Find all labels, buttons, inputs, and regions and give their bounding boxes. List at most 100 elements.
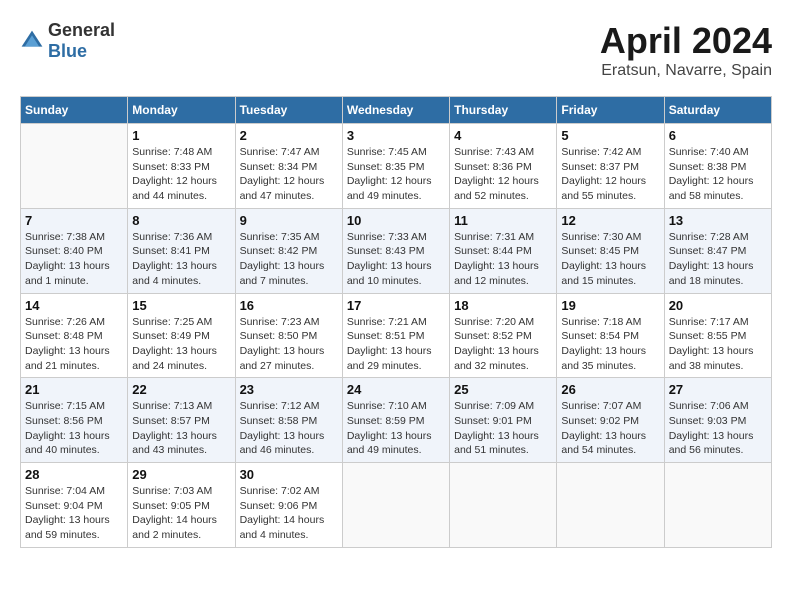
day-info: Sunrise: 7:15 AMSunset: 8:56 PMDaylight:…: [25, 399, 123, 458]
calendar-cell: 21Sunrise: 7:15 AMSunset: 8:56 PMDayligh…: [21, 378, 128, 463]
day-info: Sunrise: 7:40 AMSunset: 8:38 PMDaylight:…: [669, 145, 767, 204]
day-info: Sunrise: 7:21 AMSunset: 8:51 PMDaylight:…: [347, 315, 445, 374]
calendar-cell: 9 Sunrise: 7:35 AMSunset: 8:42 PMDaylight…: [235, 208, 342, 293]
day-info: Sunrise: 7:48 AMSunset: 8:33 PMDaylight:…: [132, 145, 230, 204]
day-number: 13: [669, 213, 767, 228]
day-info: Sunrise: 7:09 AMSunset: 9:01 PMDaylight:…: [454, 399, 552, 458]
day-number: 15: [132, 298, 230, 313]
day-info: Sunrise: 7:45 AMSunset: 8:35 PMDaylight:…: [347, 145, 445, 204]
calendar-cell: 11 Sunrise: 7:31 AMSunset: 8:44 PMDayligh…: [450, 208, 557, 293]
day-number: 1: [132, 128, 230, 143]
day-number: 10: [347, 213, 445, 228]
calendar-cell: 15 Sunrise: 7:25 AMSunset: 8:49 PMDayligh…: [128, 293, 235, 378]
day-number: 2: [240, 128, 338, 143]
day-number: 8: [132, 213, 230, 228]
day-info: Sunrise: 7:17 AMSunset: 8:55 PMDaylight:…: [669, 315, 767, 374]
calendar-cell: [21, 124, 128, 209]
calendar-week-row: 7 Sunrise: 7:38 AMSunset: 8:40 PMDaylight…: [21, 208, 772, 293]
day-number: 26: [561, 382, 659, 397]
logo-general: General: [48, 20, 115, 40]
day-header-saturday: Saturday: [664, 97, 771, 124]
day-info: Sunrise: 7:12 AMSunset: 8:58 PMDaylight:…: [240, 399, 338, 458]
day-header-tuesday: Tuesday: [235, 97, 342, 124]
day-number: 7: [25, 213, 123, 228]
day-info: Sunrise: 7:20 AMSunset: 8:52 PMDaylight:…: [454, 315, 552, 374]
calendar-cell: 28Sunrise: 7:04 AMSunset: 9:04 PMDayligh…: [21, 463, 128, 548]
title-block: April 2024 Eratsun, Navarre, Spain: [600, 20, 772, 80]
day-info: Sunrise: 7:07 AMSunset: 9:02 PMDaylight:…: [561, 399, 659, 458]
day-number: 9: [240, 213, 338, 228]
calendar-cell: 30 Sunrise: 7:02 AMSunset: 9:06 PMDayligh…: [235, 463, 342, 548]
day-info: Sunrise: 7:18 AMSunset: 8:54 PMDaylight:…: [561, 315, 659, 374]
calendar-cell: 12 Sunrise: 7:30 AMSunset: 8:45 PMDayligh…: [557, 208, 664, 293]
calendar-cell: 8 Sunrise: 7:36 AMSunset: 8:41 PMDaylight…: [128, 208, 235, 293]
day-number: 4: [454, 128, 552, 143]
day-number: 11: [454, 213, 552, 228]
page-header: General Blue April 2024 Eratsun, Navarre…: [20, 20, 772, 80]
day-info: Sunrise: 7:13 AMSunset: 8:57 PMDaylight:…: [132, 399, 230, 458]
day-number: 14: [25, 298, 123, 313]
day-info: Sunrise: 7:06 AMSunset: 9:03 PMDaylight:…: [669, 399, 767, 458]
month-title: April 2024: [600, 20, 772, 62]
day-number: 18: [454, 298, 552, 313]
logo-icon: [20, 29, 44, 53]
day-header-friday: Friday: [557, 97, 664, 124]
day-header-wednesday: Wednesday: [342, 97, 449, 124]
logo: General Blue: [20, 20, 115, 62]
calendar-cell: 24Sunrise: 7:10 AMSunset: 8:59 PMDayligh…: [342, 378, 449, 463]
day-number: 6: [669, 128, 767, 143]
calendar-cell: 19Sunrise: 7:18 AMSunset: 8:54 PMDayligh…: [557, 293, 664, 378]
day-info: Sunrise: 7:03 AMSunset: 9:05 PMDaylight:…: [132, 484, 230, 543]
day-number: 25: [454, 382, 552, 397]
day-number: 12: [561, 213, 659, 228]
day-info: Sunrise: 7:42 AMSunset: 8:37 PMDaylight:…: [561, 145, 659, 204]
calendar-cell: 10Sunrise: 7:33 AMSunset: 8:43 PMDayligh…: [342, 208, 449, 293]
calendar-cell: 29 Sunrise: 7:03 AMSunset: 9:05 PMDayligh…: [128, 463, 235, 548]
calendar-week-row: 1 Sunrise: 7:48 AMSunset: 8:33 PMDaylight…: [21, 124, 772, 209]
calendar-cell: [664, 463, 771, 548]
calendar-cell: 22 Sunrise: 7:13 AMSunset: 8:57 PMDayligh…: [128, 378, 235, 463]
day-number: 27: [669, 382, 767, 397]
day-header-thursday: Thursday: [450, 97, 557, 124]
day-info: Sunrise: 7:35 AMSunset: 8:42 PMDaylight:…: [240, 230, 338, 289]
calendar-cell: 13 Sunrise: 7:28 AMSunset: 8:47 PMDayligh…: [664, 208, 771, 293]
calendar-cell: 6 Sunrise: 7:40 AMSunset: 8:38 PMDaylight…: [664, 124, 771, 209]
day-info: Sunrise: 7:25 AMSunset: 8:49 PMDaylight:…: [132, 315, 230, 374]
day-number: 30: [240, 467, 338, 482]
day-header-sunday: Sunday: [21, 97, 128, 124]
day-info: Sunrise: 7:28 AMSunset: 8:47 PMDaylight:…: [669, 230, 767, 289]
day-info: Sunrise: 7:10 AMSunset: 8:59 PMDaylight:…: [347, 399, 445, 458]
day-info: Sunrise: 7:02 AMSunset: 9:06 PMDaylight:…: [240, 484, 338, 543]
header-row: SundayMondayTuesdayWednesdayThursdayFrid…: [21, 97, 772, 124]
calendar-cell: 27 Sunrise: 7:06 AMSunset: 9:03 PMDayligh…: [664, 378, 771, 463]
calendar-cell: 20 Sunrise: 7:17 AMSunset: 8:55 PMDayligh…: [664, 293, 771, 378]
day-info: Sunrise: 7:31 AMSunset: 8:44 PMDaylight:…: [454, 230, 552, 289]
calendar-cell: [557, 463, 664, 548]
day-info: Sunrise: 7:30 AMSunset: 8:45 PMDaylight:…: [561, 230, 659, 289]
day-number: 16: [240, 298, 338, 313]
day-number: 22: [132, 382, 230, 397]
day-number: 23: [240, 382, 338, 397]
calendar-cell: 7 Sunrise: 7:38 AMSunset: 8:40 PMDaylight…: [21, 208, 128, 293]
day-number: 29: [132, 467, 230, 482]
calendar-cell: [450, 463, 557, 548]
calendar-cell: 17 Sunrise: 7:21 AMSunset: 8:51 PMDayligh…: [342, 293, 449, 378]
day-number: 3: [347, 128, 445, 143]
calendar-week-row: 28Sunrise: 7:04 AMSunset: 9:04 PMDayligh…: [21, 463, 772, 548]
calendar-cell: 14Sunrise: 7:26 AMSunset: 8:48 PMDayligh…: [21, 293, 128, 378]
logo-blue: Blue: [48, 41, 87, 61]
calendar-cell: 18 Sunrise: 7:20 AMSunset: 8:52 PMDayligh…: [450, 293, 557, 378]
calendar-cell: 23 Sunrise: 7:12 AMSunset: 8:58 PMDayligh…: [235, 378, 342, 463]
calendar-cell: 3 Sunrise: 7:45 AMSunset: 8:35 PMDaylight…: [342, 124, 449, 209]
calendar-cell: 1 Sunrise: 7:48 AMSunset: 8:33 PMDaylight…: [128, 124, 235, 209]
day-number: 17: [347, 298, 445, 313]
location-title: Eratsun, Navarre, Spain: [600, 62, 772, 80]
calendar-cell: 5Sunrise: 7:42 AMSunset: 8:37 PMDaylight…: [557, 124, 664, 209]
calendar-cell: [342, 463, 449, 548]
day-info: Sunrise: 7:38 AMSunset: 8:40 PMDaylight:…: [25, 230, 123, 289]
day-info: Sunrise: 7:23 AMSunset: 8:50 PMDaylight:…: [240, 315, 338, 374]
day-info: Sunrise: 7:36 AMSunset: 8:41 PMDaylight:…: [132, 230, 230, 289]
calendar-cell: 25 Sunrise: 7:09 AMSunset: 9:01 PMDayligh…: [450, 378, 557, 463]
calendar-week-row: 21Sunrise: 7:15 AMSunset: 8:56 PMDayligh…: [21, 378, 772, 463]
day-number: 20: [669, 298, 767, 313]
